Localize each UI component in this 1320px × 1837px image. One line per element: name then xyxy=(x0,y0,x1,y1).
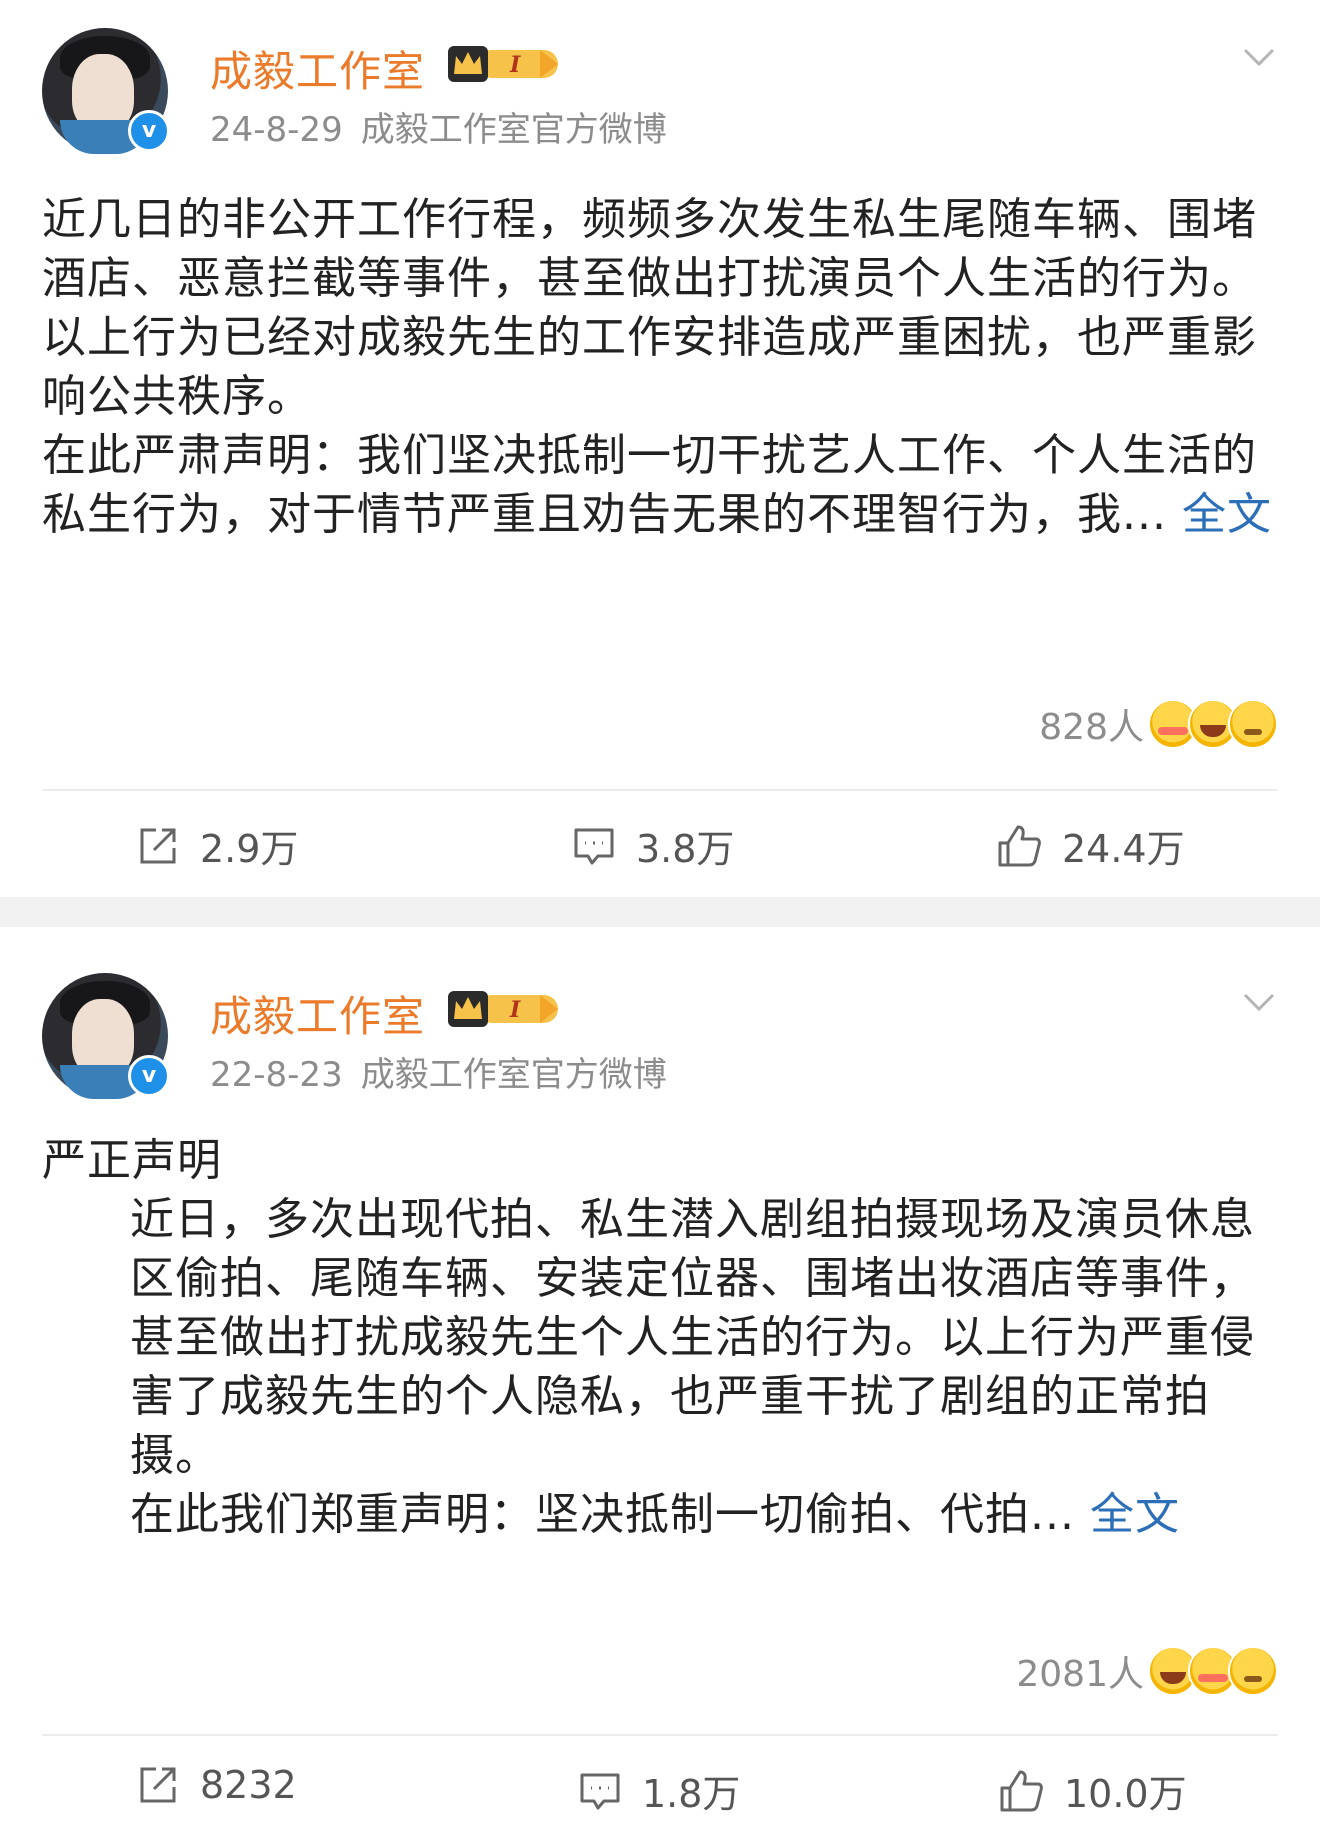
full-text-link[interactable]: 全文 xyxy=(1090,1489,1180,1540)
comment-count: 1.8万 xyxy=(642,1772,741,1816)
post-source: 成毅工作室官方微博 xyxy=(360,110,667,150)
post-body: 近几日的非公开工作行程，频频多次发生私生尾随车辆、围堵酒店、恶意拦截等事件，甚至… xyxy=(42,190,1282,544)
verified-badge-icon: v xyxy=(128,1055,170,1097)
post-heading: 严正声明 xyxy=(42,1135,222,1186)
vip-crown-icon: I xyxy=(448,991,558,1027)
divider xyxy=(42,789,1278,791)
post-meta: 24-8-29 成毅工作室官方微博 xyxy=(210,102,685,151)
action-bar: 8232 1.8万 10.0万 xyxy=(0,1753,1320,1823)
repost-button[interactable]: 8232 xyxy=(136,1763,297,1807)
sad-emoji-icon xyxy=(1228,1646,1278,1696)
vip-crown-icon: I xyxy=(448,46,558,82)
svg-text:I: I xyxy=(509,52,521,78)
repost-button[interactable]: 2.9万 xyxy=(136,818,298,873)
post-paragraph: 近日，多次出现代拍、私生潜入剧组拍摄现场及演员休息区偷拍、尾随车辆、安装定位器、… xyxy=(130,1194,1255,1481)
repost-icon xyxy=(140,828,176,863)
like-count: 10.0万 xyxy=(1064,1772,1187,1816)
post-meta: 22-8-23 成毅工作室官方微博 xyxy=(210,1047,685,1096)
action-bar: 2.9万 3.8万 24.4万 xyxy=(0,806,1320,876)
comment-button[interactable]: 1.8万 xyxy=(578,1763,740,1818)
like-count: 24.4万 xyxy=(1062,827,1185,871)
post-date: 24-8-29 xyxy=(210,110,343,150)
like-icon xyxy=(998,825,1041,866)
reaction-count: 828人 xyxy=(1039,707,1144,748)
feed-separator xyxy=(0,897,1320,927)
reactions[interactable]: 828人 xyxy=(1039,696,1278,752)
divider xyxy=(42,1734,1278,1736)
repost-count: 2.9万 xyxy=(200,827,299,871)
like-button[interactable]: 10.0万 xyxy=(998,1763,1187,1818)
post-paragraph: 近几日的非公开工作行程，频频多次发生私生尾随车辆、围堵酒店、恶意拦截等事件，甚至… xyxy=(42,194,1257,422)
avatar[interactable]: v xyxy=(42,28,170,154)
repost-icon xyxy=(140,1767,176,1803)
full-text-link[interactable]: 全文 xyxy=(1182,489,1272,540)
like-icon xyxy=(1000,1770,1043,1811)
author-name[interactable]: 成毅工作室 xyxy=(210,38,425,99)
comment-icon xyxy=(580,1773,620,1809)
comment-icon xyxy=(574,828,614,864)
chevron-down-icon[interactable] xyxy=(1242,985,1276,1019)
avatar[interactable]: v xyxy=(42,973,170,1099)
like-button[interactable]: 24.4万 xyxy=(996,818,1185,873)
post-source: 成毅工作室官方微博 xyxy=(360,1055,667,1095)
reactions[interactable]: 2081人 xyxy=(1016,1643,1278,1699)
comment-button[interactable]: 3.8万 xyxy=(572,818,734,873)
post-date: 22-8-23 xyxy=(210,1055,343,1095)
post-2: v 成毅工作室 I 22-8-23 成毅工作室官方微博 严正声明 近日，多次出现代… xyxy=(0,927,1320,1837)
repost-count: 8232 xyxy=(200,1763,297,1807)
comment-count: 3.8万 xyxy=(636,827,735,871)
sad-emoji-icon xyxy=(1228,699,1278,749)
svg-text:I: I xyxy=(509,997,521,1023)
chevron-down-icon[interactable] xyxy=(1242,40,1276,74)
post-1: v 成毅工作室 I 24-8-29 成毅工作室官方微博 近几日的非公开工作行程，频… xyxy=(0,0,1320,897)
post-paragraph-2: 在此我们郑重声明：坚决抵制一切偷拍、代拍... 全文 xyxy=(42,1485,1282,1544)
verified-badge-icon: v xyxy=(128,110,170,152)
reaction-count: 2081人 xyxy=(1016,1654,1144,1695)
post-paragraph: 在此严肃声明：我们坚决抵制一切干扰艺人工作、个人生活的私生行为，对于情节严重且劝… xyxy=(42,430,1257,540)
post-paragraph: 在此我们郑重声明：坚决抵制一切偷拍、代拍... xyxy=(130,1489,1075,1540)
post-body: 严正声明 近日，多次出现代拍、私生潜入剧组拍摄现场及演员休息区偷拍、尾随车辆、安… xyxy=(42,1131,1282,1544)
author-name[interactable]: 成毅工作室 xyxy=(210,983,425,1044)
